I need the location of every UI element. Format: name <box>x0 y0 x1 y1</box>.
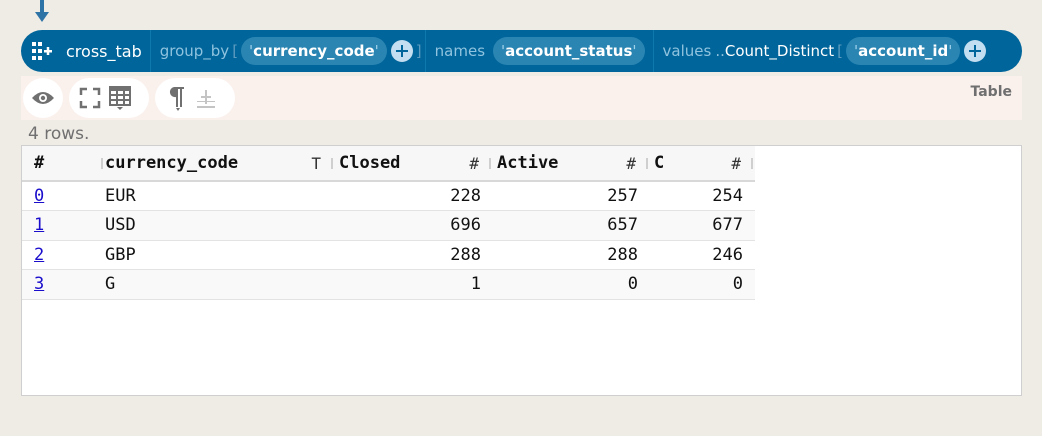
row-count: 4 rows. <box>28 124 90 144</box>
pilcrow-icon[interactable] <box>161 83 191 113</box>
eye-icon[interactable] <box>29 83 57 113</box>
cell-c: 0 <box>732 274 743 295</box>
cell-c: 254 <box>712 186 743 206</box>
cell-currency-code: GBP <box>105 244 136 265</box>
values-keyword: values <box>662 42 712 60</box>
column-header-index[interactable]: # <box>22 146 105 181</box>
view-mode-label[interactable]: Table <box>970 84 1012 100</box>
table-row: 3 G 1 0 0 <box>22 269 755 300</box>
column-header-closed[interactable]: Closed # <box>335 146 493 181</box>
cell-active: 0 <box>627 274 638 295</box>
command-name[interactable]: cross_tab <box>66 42 142 61</box>
cell-active: 288 <box>607 244 638 265</box>
format-group <box>155 78 235 118</box>
down-arrow-icon <box>35 0 49 22</box>
cell-c: 246 <box>712 244 743 265</box>
insert-row-icon[interactable] <box>191 83 221 113</box>
text-type-icon: T <box>311 154 321 173</box>
expand-icon[interactable] <box>75 83 105 113</box>
cell-c: 677 <box>712 215 743 236</box>
values-column-pill[interactable]: ' account_id ' <box>845 37 961 65</box>
row-index-link[interactable]: 0 <box>22 181 105 211</box>
divider <box>424 30 426 72</box>
cell-closed: 288 <box>450 244 481 265</box>
add-group-by-icon[interactable] <box>390 40 413 62</box>
open-bracket: [ <box>232 42 239 60</box>
row-index-link[interactable]: 2 <box>22 240 105 270</box>
group-by-column-pill[interactable]: ' currency_code ' <box>241 37 387 65</box>
cell-currency-code: EUR <box>105 186 136 206</box>
open-bracket: [ <box>837 42 843 60</box>
table-row: 1 USD 696 657 677 <box>22 210 755 241</box>
table-icon[interactable] <box>105 83 135 113</box>
cell-currency-code: USD <box>105 215 136 236</box>
results-grid: # currency_code T Closed # Active # C # <box>21 145 1022 396</box>
grid-plus-icon[interactable] <box>31 40 53 62</box>
number-type-icon: # <box>626 154 636 173</box>
cell-currency-code: G <box>105 274 116 295</box>
row-index-link[interactable]: 3 <box>22 270 105 300</box>
divider <box>652 30 654 72</box>
number-type-icon: # <box>469 154 479 173</box>
view-group <box>69 78 149 118</box>
group-by-keyword: group_by <box>159 42 230 60</box>
close-bracket: ] <box>415 42 422 60</box>
cell-active: 257 <box>607 186 638 206</box>
table-row: 0 EUR 228 257 254 <box>22 181 755 211</box>
column-header-currency-code[interactable]: currency_code T <box>105 146 335 181</box>
visibility-group <box>23 78 63 118</box>
divider <box>149 30 151 72</box>
results-table: # currency_code T Closed # Active # C # <box>22 146 755 300</box>
cell-closed: 1 <box>470 274 481 295</box>
pipeline-step[interactable]: cross_tab group_by [ ' currency_code ' ] n… <box>21 30 1022 72</box>
result-toolbar: Table <box>21 76 1022 120</box>
aggregate-function[interactable]: ..Count_Distinct <box>715 42 834 60</box>
column-header-active[interactable]: Active # <box>493 146 650 181</box>
names-column-pill[interactable]: ' account_status ' <box>493 37 645 65</box>
names-keyword: names <box>434 42 486 60</box>
add-value-icon[interactable] <box>964 40 987 62</box>
table-row: 2 GBP 288 288 246 <box>22 240 755 270</box>
cell-active: 657 <box>607 215 638 236</box>
cell-closed: 228 <box>450 186 481 206</box>
column-header-c[interactable]: C # <box>650 146 755 181</box>
number-type-icon: # <box>731 154 741 173</box>
row-index-link[interactable]: 1 <box>22 211 105 241</box>
table-header: # currency_code T Closed # Active # C # <box>22 146 755 181</box>
cell-closed: 696 <box>450 215 481 236</box>
